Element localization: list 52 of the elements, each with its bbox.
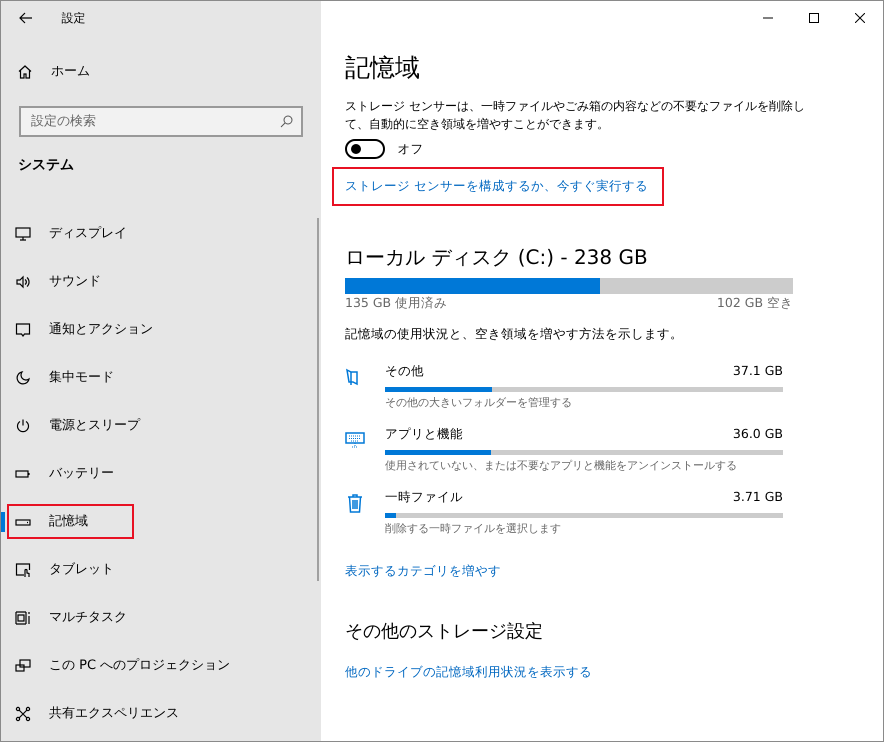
description: ストレージ センサーは、一時ファイルやごみ箱の内容などの不要なファイルを削除して、自動的に空き領域を増やすことができます。 [345, 98, 806, 133]
category-size: 36.0 GB [732, 425, 783, 443]
multitask-icon [15, 610, 31, 626]
category-hint: 使用されていない、または不要なアプリと機能をアンインストールする [385, 458, 738, 474]
category-hint: 削除する一時ファイルを選択します [385, 521, 562, 537]
section-title: その他のストレージ設定 [345, 620, 544, 644]
free-space: 102 GB 空き [716, 294, 793, 312]
close-icon [855, 13, 865, 23]
projection-icon [15, 658, 31, 674]
search-field[interactable]: 設定の検索 [19, 106, 303, 136]
home-icon [17, 64, 33, 80]
nav-item[interactable]: 電源とスリープ [1, 402, 321, 450]
more-categories-link[interactable]: 表示するカテゴリを増やす [345, 562, 501, 580]
usage-note: 記憶域の使用状況と、空き領域を増やす方法を示します。 [345, 325, 684, 343]
moon-icon [15, 370, 31, 386]
display-icon [15, 226, 31, 242]
maximize-icon [809, 13, 819, 23]
toggle-switch[interactable] [345, 139, 385, 160]
disk-title: ローカル ディスク (C:) - 238 GB [345, 244, 649, 271]
speaker-icon [15, 274, 31, 290]
section-heading: システム [18, 156, 75, 174]
home-nav-item[interactable]: ホーム [1, 48, 321, 96]
used-space: 135 GB 使用済み [345, 294, 448, 312]
category-name[interactable]: アプリと機能 [385, 425, 463, 444]
nav-item[interactable]: バッテリー [1, 450, 321, 498]
nav-item[interactable]: 集中モード [1, 354, 321, 402]
window-title: 設定 [62, 10, 86, 27]
search-icon [280, 114, 293, 128]
nav-item[interactable]: 通知とアクション [1, 306, 321, 354]
tablet-touch-icon [15, 562, 31, 578]
nav-item[interactable]: タブレット [1, 546, 321, 594]
nav-item[interactable]: マルチタスク [1, 594, 321, 642]
storage-sense-link[interactable]: ストレージ センサーを構成するか、今すぐ実行する [345, 178, 648, 194]
nav-item[interactable]: 共有エクスペリエンス [1, 690, 321, 738]
message-icon [15, 322, 31, 338]
other-drives-link[interactable]: 他のドライブの記憶域利用状況を表示する [345, 663, 592, 682]
nav-item[interactable]: この PC へのプロジェクション [1, 642, 321, 690]
category-name[interactable]: その他 [385, 362, 424, 380]
category-name[interactable]: 一時ファイル [385, 488, 463, 507]
trash-icon [345, 492, 365, 514]
power-icon [15, 418, 31, 434]
nav-item[interactable]: 記憶域 [1, 498, 321, 546]
category-size: 3.71 GB [732, 488, 783, 506]
share-icon [15, 706, 31, 722]
nav-item[interactable]: サウンド [1, 258, 321, 306]
category-size: 37.1 GB [732, 362, 783, 380]
nav-item[interactable]: ディスプレイ [1, 210, 321, 258]
toggle-label: オフ [398, 140, 424, 158]
page-title: 記憶域 [345, 53, 421, 83]
scrollbar[interactable] [317, 218, 319, 581]
back-arrow-icon [19, 12, 33, 24]
category-hint: その他の大きいフォルダーを管理する [385, 394, 573, 410]
